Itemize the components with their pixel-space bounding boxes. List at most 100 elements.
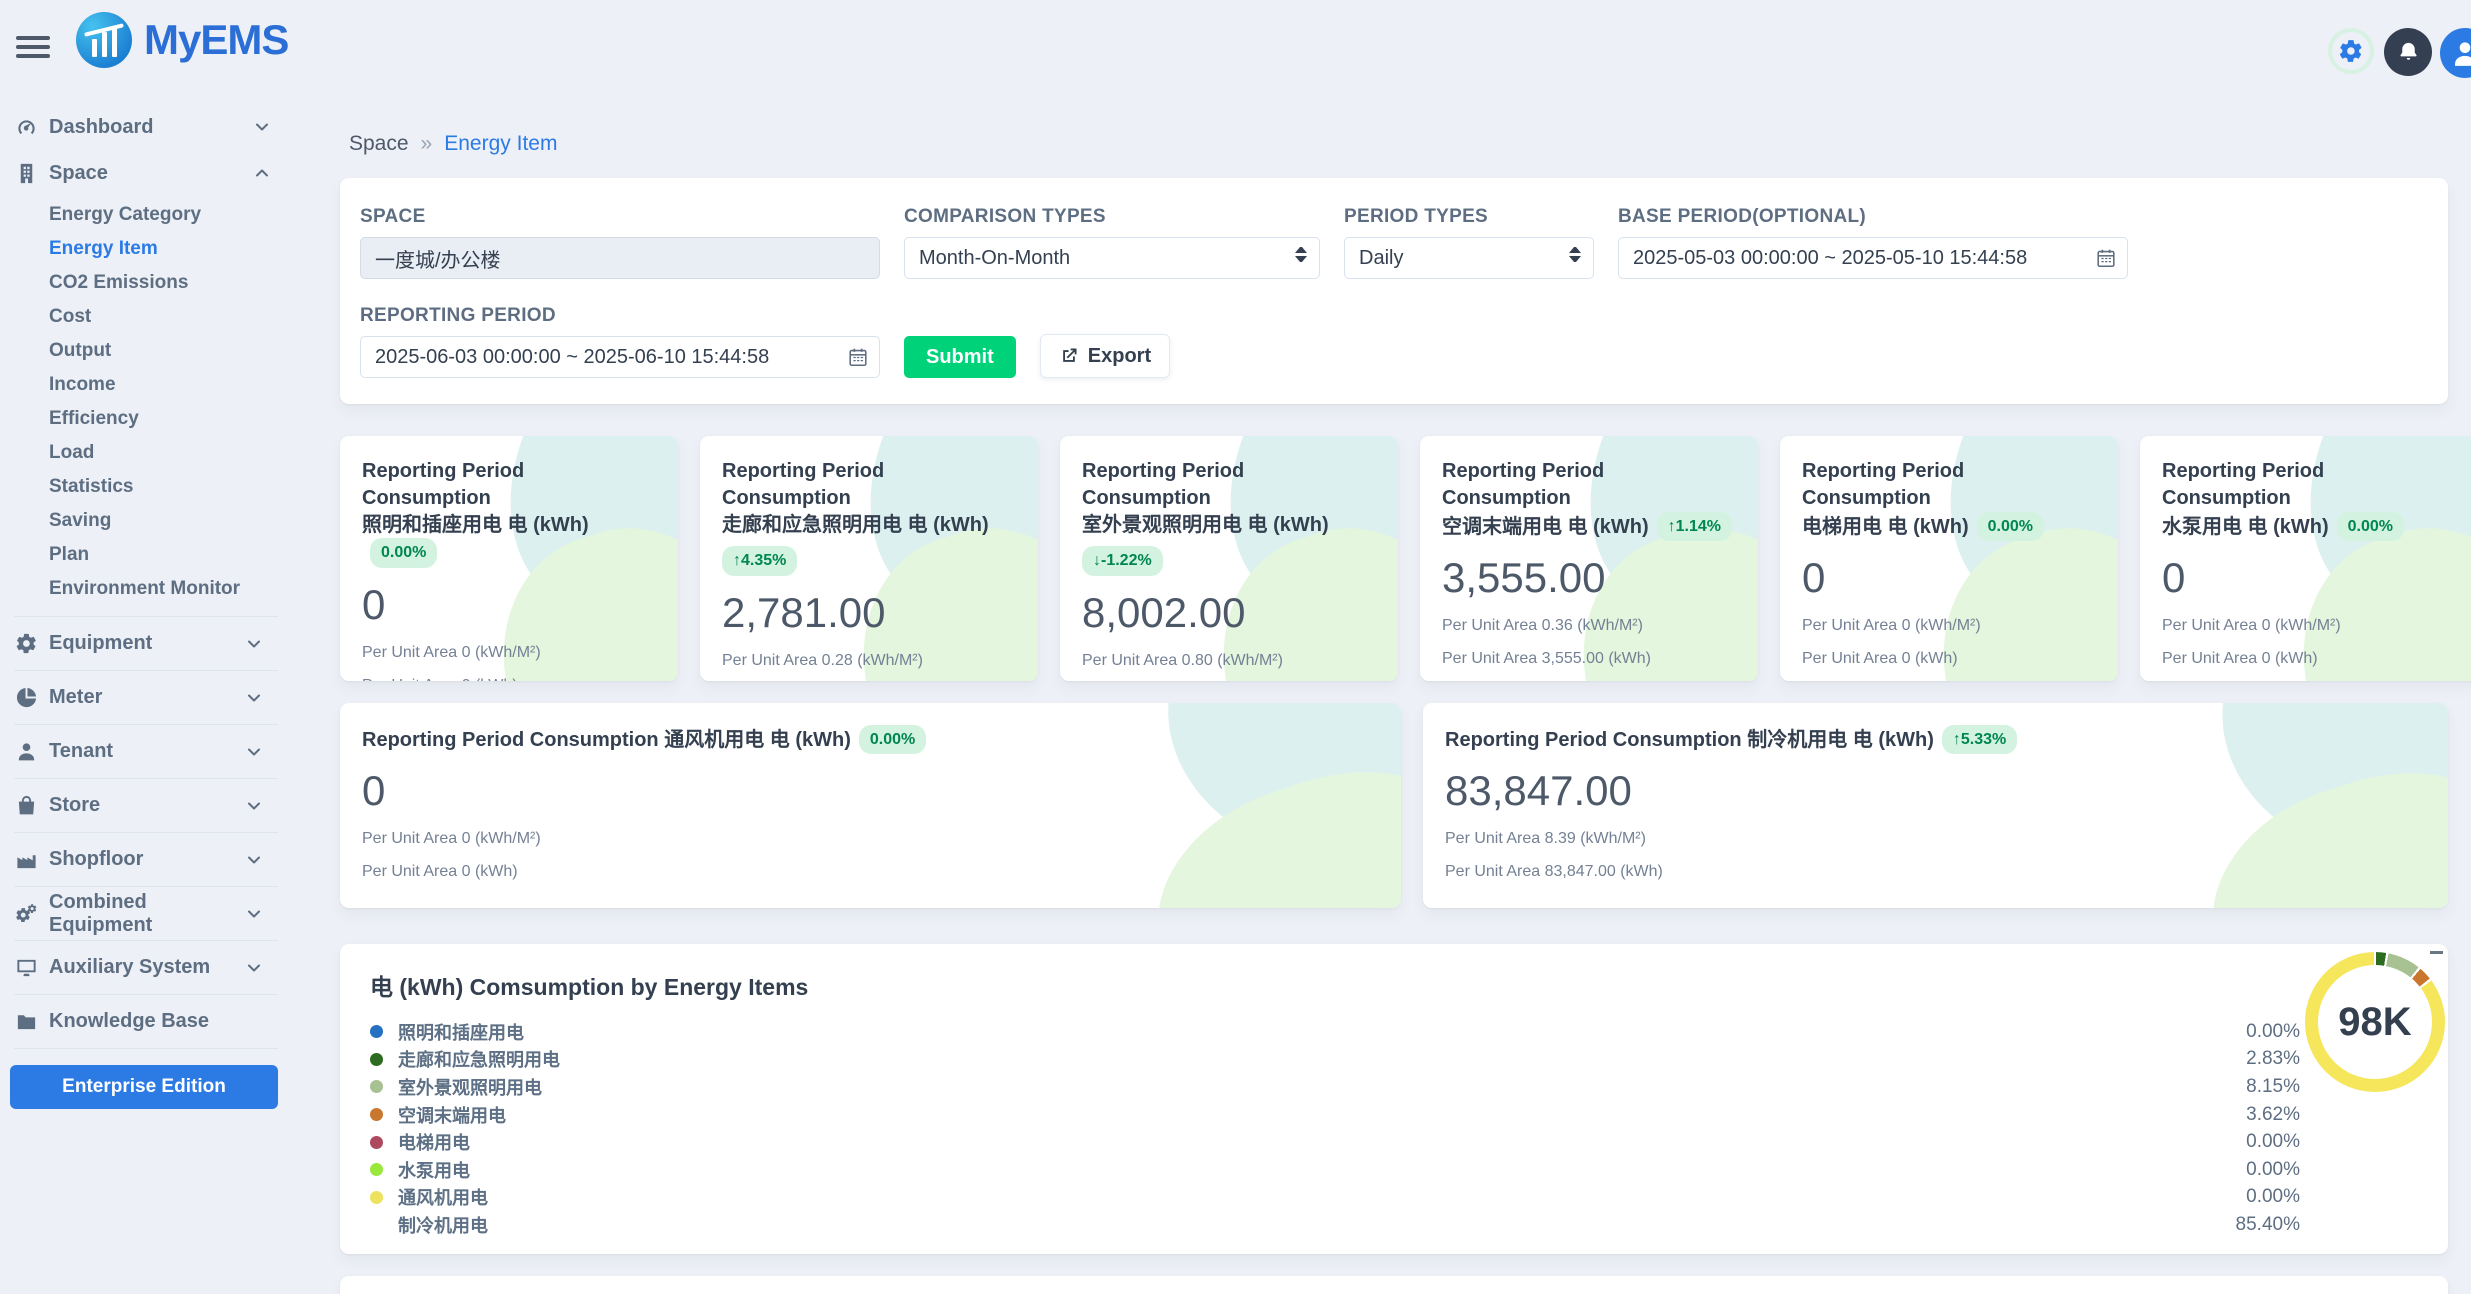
legend-row-[interactable]: 通风机用电0.00% [370,1184,2300,1212]
sidebar-item-efficiency[interactable]: Efficiency [49,402,286,436]
stat-card-title: Reporting Period Consumption电梯用电 电 (kWh)… [1802,458,2096,541]
per-unit-area-line: Per Unit Area 0.28 (kWh/M²) [722,652,1016,670]
breadcrumb-separator: » [421,132,433,156]
sidebar-sublist: Energy CategoryEnergy ItemCO2 EmissionsC… [49,198,286,606]
legend-row-[interactable]: 电梯用电 0.00% [370,1128,2300,1156]
trend-badge: 0.00% [370,538,437,567]
sidebar-item-auxiliary-system[interactable]: Auxiliary System [14,940,278,994]
per-unit-kwh-line: Per Unit Area 0 (kWh) [362,677,656,681]
base-period-input[interactable] [1618,237,2128,279]
chevron-down-icon [244,904,264,924]
legend-row-[interactable]: 室外景观照明用电8.15% [370,1073,2300,1101]
brand-logo[interactable]: MyEMS [76,12,288,68]
legend-label: 电梯用电 [398,1129,470,1155]
bag-icon [14,794,38,818]
per-unit-area-line: Per Unit Area 0 (kWh/M²) [362,830,1379,848]
legend-dot-icon [370,1108,383,1121]
sidebar-item-meter[interactable]: Meter [14,670,278,724]
per-unit-kwh-line: Per Unit Area 0 (kWh) [2162,650,2456,668]
space-label: SPACE [360,206,880,228]
per-unit-kwh-line: Per Unit Area 0 (kWh) [362,863,1379,881]
donut-chart[interactable]: 98K [2305,952,2445,1092]
export-button[interactable]: Export [1040,334,1170,378]
legend-dot-icon [370,1218,383,1231]
sidebar-item-income[interactable]: Income [49,368,286,402]
sidebar-item-statistics[interactable]: Statistics [49,470,286,504]
building-icon [14,161,38,185]
sidebar-item-energy-item[interactable]: Energy Item [49,232,286,266]
stat-card-kwh: Reporting Period Consumption水泵用电 电 (kWh)… [2140,436,2471,681]
sidebar-item-knowledge-base[interactable]: Knowledge Base [14,994,278,1048]
legend-dot-icon [370,1053,383,1066]
breadcrumb-space[interactable]: Space [349,132,409,156]
sidebar-item-store[interactable]: Store [14,778,278,832]
period-types-label: PERIOD TYPES [1344,206,1594,228]
hamburger-menu-icon[interactable] [16,36,50,60]
monitor-icon [14,956,38,980]
stat-value: 0 [1802,554,2096,602]
legend-percentage: 2.83% [2246,1048,2300,1070]
legend-row-[interactable]: 制冷机用电85.40% [370,1211,2300,1239]
chevron-down-icon [244,850,264,870]
space-input[interactable] [360,237,880,279]
submit-button[interactable]: Submit [904,336,1016,378]
trend-badge: ↓-1.22% [1082,546,1163,575]
settings-gear-icon[interactable] [2328,28,2374,74]
stat-card-kwh: Reporting Period Consumption室外景观照明用电 电 (… [1060,436,1398,681]
breadcrumb: Space » Energy Item [349,132,2448,156]
sidebar-item-label: Store [49,794,100,817]
comparison-types-select[interactable]: Month-On-Month [904,237,1320,279]
sidebar-item-dashboard[interactable]: Dashboard [14,104,286,150]
legend-percentage: 8.15% [2246,1076,2300,1098]
per-unit-area-line: Per Unit Area 0.80 (kWh/M²) [1082,652,1376,670]
legend-row-[interactable]: 走廊和应急照明用电 2.83% [370,1046,2300,1074]
sidebar-item-environment-monitor[interactable]: Environment Monitor [49,572,286,606]
sidebar-item-equipment[interactable]: Equipment [14,616,278,670]
factory-icon [14,848,38,872]
legend-dot-icon [370,1025,383,1038]
app-viewport: MyEMS DashboardSpaceEnergy CategoryEnerg… [0,0,2471,1294]
legend-row-[interactable]: 空调末端用电3.62% [370,1101,2300,1129]
legend-percentage: 0.00% [2246,1131,2300,1153]
stat-cards-row-2: Reporting Period Consumption 通风机用电 电 (kW… [340,703,2448,908]
sidebar-item-plan[interactable]: Plan [49,538,286,572]
sidebar-item-label: Combined Equipment [49,891,233,937]
stat-card-reporting-period-consumption-kwh: Reporting Period Consumption 制冷机用电 电 (kW… [1423,703,2448,908]
base-period-label: BASE PERIOD(OPTIONAL) [1618,206,2128,228]
chevron-down-icon [244,634,264,654]
user-avatar[interactable] [2440,28,2471,78]
stat-value: 0 [2162,554,2456,602]
sidebar-item-energy-category[interactable]: Energy Category [49,198,286,232]
sidebar-item-cost[interactable]: Cost [49,300,286,334]
sidebar-item-output[interactable]: Output [49,334,286,368]
legend-row-[interactable]: 水泵用电0.00% [370,1156,2300,1184]
sidebar-item-tenant[interactable]: Tenant [14,724,278,778]
reporting-period-input[interactable] [360,336,880,378]
per-unit-area-line: Per Unit Area 8.39 (kWh/M²) [1445,830,2426,848]
legend-label: 走廊和应急照明用电 [398,1046,560,1072]
sidebar-item-label: Shopfloor [49,848,143,871]
sidebar-item-shopfloor[interactable]: Shopfloor [14,832,278,886]
stat-card-kwh: Reporting Period Consumption电梯用电 电 (kWh)… [1780,436,2118,681]
per-unit-area-line: Per Unit Area 0.36 (kWh/M²) [1442,617,1736,635]
sidebar-item-label: Tenant [49,740,113,763]
enterprise-edition-button[interactable]: Enterprise Edition [10,1065,278,1109]
stat-value: 8,002.00 [1082,589,1376,637]
notifications-bell-icon[interactable] [2384,28,2432,76]
breadcrumb-energy-item[interactable]: Energy Item [444,132,557,156]
stat-value: 0 [362,581,656,629]
period-types-select[interactable]: Daily [1344,237,1594,279]
sidebar-item-combined-equipment[interactable]: Combined Equipment [14,886,278,940]
sidebar-divider [14,1048,278,1049]
energy-items-chart-card: 电 (kWh) Comsumption by Energy Items 照明和插… [340,944,2448,1254]
stat-card-title: Reporting Period Consumption 制冷机用电 电 (kW… [1445,725,2426,754]
sidebar-item-load[interactable]: Load [49,436,286,470]
legend-row-[interactable]: 照明和插座用电0.00% [370,1018,2300,1046]
sidebar-item-saving[interactable]: Saving [49,504,286,538]
stat-value: 83,847.00 [1445,767,2426,815]
sidebar-item-label: Auxiliary System [49,956,210,979]
sidebar-item-co2-emissions[interactable]: CO2 Emissions [49,266,286,300]
stat-value: 2,781.00 [722,589,1016,637]
legend-label: 制冷机用电 [398,1212,488,1238]
sidebar-item-space[interactable]: Space [14,150,286,196]
